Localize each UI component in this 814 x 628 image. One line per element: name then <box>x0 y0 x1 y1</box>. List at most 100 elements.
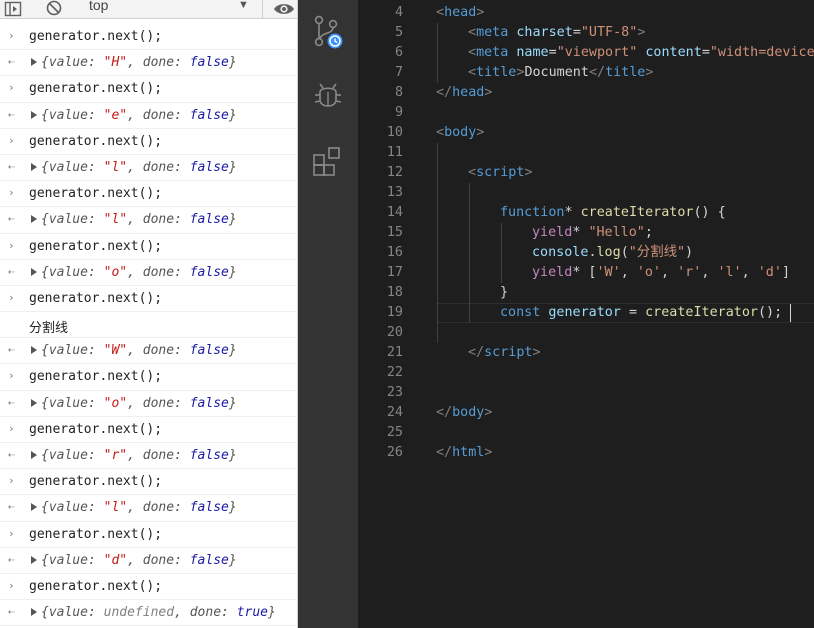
console-line-result[interactable]: ⇠ {value: "H", done: false} <box>0 50 297 77</box>
token: meta <box>476 45 509 60</box>
expand-triangle-icon[interactable] <box>31 162 37 171</box>
result-done: false <box>189 264 229 280</box>
token: , <box>741 265 758 280</box>
expand-triangle-icon[interactable] <box>31 110 37 119</box>
console-input-text: generator.next(); <box>29 474 163 490</box>
console-line-input: › generator.next(); <box>0 286 297 313</box>
console-line-result[interactable]: ⇠ {value: "W", done: false} <box>0 338 297 365</box>
console-line-result[interactable]: ⇠ {value: "o", done: false} <box>0 260 297 286</box>
expand-triangle-icon[interactable] <box>31 608 37 617</box>
brace: { <box>41 395 49 411</box>
result-done: false <box>189 159 229 175</box>
expand-triangle-icon[interactable] <box>31 398 37 407</box>
brace: } <box>228 448 237 463</box>
comma: , <box>127 55 143 71</box>
token: < <box>468 45 477 60</box>
done-key: done: <box>142 212 190 228</box>
return-arrow-icon: ⇠ <box>8 264 15 278</box>
token: content <box>645 45 702 60</box>
code-text: </html> <box>436 443 492 463</box>
console-line-result[interactable]: ⇠ {value: "r", done: false} <box>0 443 297 470</box>
return-arrow-icon: ⇠ <box>8 395 15 409</box>
text-cursor <box>790 304 791 322</box>
code-text: <meta name="viewport" content="width=dev… <box>468 43 814 63</box>
expand-triangle-icon[interactable] <box>31 58 37 67</box>
comma: , <box>127 500 143 516</box>
toolbar-divider <box>262 0 263 18</box>
token: 'r' <box>677 265 702 280</box>
line-number: 23 <box>386 385 403 400</box>
token: "width=device-width, initial-scale=1.0" <box>709 45 814 60</box>
code-line: 12 <script> <box>358 163 814 183</box>
brace: } <box>228 264 237 280</box>
expand-triangle-icon[interactable] <box>31 267 37 276</box>
run-debug-button[interactable] <box>311 80 345 114</box>
token: > <box>476 125 485 140</box>
brace: { <box>41 107 49 123</box>
code-text: </head> <box>436 83 492 103</box>
token: 'd' <box>757 265 782 280</box>
return-arrow-icon: ⇠ <box>8 212 15 226</box>
expand-triangle-icon[interactable] <box>31 346 37 355</box>
token: meta <box>476 25 509 40</box>
console-result-object: {value: "l", done: false} <box>41 212 237 227</box>
token: * <box>572 225 589 240</box>
sidebar-toggle-button[interactable] <box>4 0 26 18</box>
code-text: </script> <box>468 343 541 363</box>
token: "viewport" <box>556 45 638 60</box>
console-line-result[interactable]: ⇠ {value: "l", done: false} <box>0 155 297 182</box>
code-line: 18} <box>358 283 814 303</box>
token: 'o' <box>636 265 661 280</box>
result-done: true <box>236 605 269 621</box>
result-done: false <box>189 212 229 228</box>
console-input-text: generator.next(); <box>29 238 163 254</box>
expand-triangle-icon[interactable] <box>31 555 37 564</box>
code-line: 11 <box>358 143 814 163</box>
expand-triangle-icon[interactable] <box>31 451 37 459</box>
comma: , <box>127 264 143 280</box>
prompt-chevron-icon: › <box>8 133 15 147</box>
code-editor[interactable]: 4 <head> 5 <meta charset="UTF-8"> 6 <meta nam… <box>358 0 814 628</box>
return-arrow-icon: ⇠ <box>8 605 15 619</box>
live-expression-button[interactable] <box>272 0 297 18</box>
console-result-object: {value: "W", done: false} <box>41 343 237 358</box>
brace: } <box>228 500 237 516</box>
console-line-input: › generator.next(); <box>0 76 297 103</box>
token: body <box>452 405 485 420</box>
console-line-result[interactable]: ⇠ {value: "l", done: false} <box>0 495 297 522</box>
token: </ <box>436 85 453 100</box>
console-line-result[interactable]: ⇠ {value: "l", done: false} <box>0 207 297 234</box>
console-result-object: {value: "l", done: false} <box>41 160 237 175</box>
line-number: 8 <box>394 85 403 100</box>
console-line-result[interactable]: ⇠ {value: undefined, done: true} <box>0 600 297 627</box>
done-key: done: <box>142 107 190 123</box>
token: > <box>484 85 493 100</box>
line-number: 25 <box>386 425 403 440</box>
execution-context-select[interactable]: top ▼ <box>80 0 254 18</box>
source-control-button[interactable] <box>311 14 345 49</box>
console-line-input: › generator.next(); <box>0 129 297 155</box>
token: < <box>436 5 445 20</box>
token: 'W' <box>596 265 621 280</box>
line-number: 21 <box>386 345 403 360</box>
token: html <box>452 445 485 460</box>
expand-triangle-icon[interactable] <box>31 503 37 512</box>
result-value: "r" <box>103 448 128 463</box>
result-value: "o" <box>103 395 128 411</box>
extensions-button[interactable] <box>311 145 345 179</box>
console-result-object: {value: "e", done: false} <box>41 108 237 123</box>
clear-console-button[interactable] <box>44 0 66 18</box>
token: = <box>620 305 646 320</box>
chevron-down-icon: ▼ <box>238 0 249 11</box>
console-line-result[interactable]: ⇠ {value: "d", done: false} <box>0 548 297 574</box>
done-key: done: <box>142 343 190 359</box>
expand-triangle-icon[interactable] <box>31 215 37 224</box>
console-line-result[interactable]: ⇠ {value: "e", done: false} <box>0 103 297 129</box>
token: head <box>452 85 485 100</box>
console-line-result[interactable]: ⇠ {value: "o", done: false} <box>0 391 297 417</box>
token: 'l' <box>717 265 742 280</box>
done-key: done: <box>142 500 190 516</box>
done-key: done: <box>142 55 190 71</box>
brace: { <box>41 605 49 621</box>
line-number: 12 <box>386 165 403 180</box>
